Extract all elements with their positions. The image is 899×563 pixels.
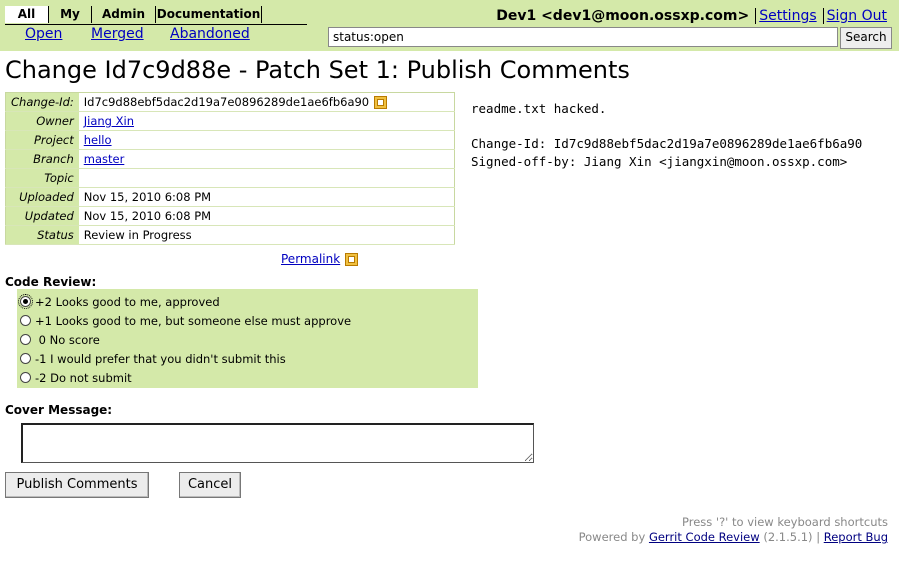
radio-button[interactable]: [20, 372, 31, 383]
tab-my[interactable]: My: [49, 6, 92, 23]
project-link[interactable]: hello: [84, 133, 112, 147]
branch-link[interactable]: master: [84, 152, 125, 166]
cancel-button[interactable]: Cancel: [179, 472, 241, 498]
copy-icon[interactable]: [345, 253, 359, 266]
info-value-cell: master: [78, 149, 455, 169]
tab-admin[interactable]: Admin: [92, 6, 156, 23]
review-option-minus-1[interactable]: -1 I would prefer that you didn't submit…: [20, 349, 286, 368]
review-option-label: +2 Looks good to me, approved: [35, 294, 220, 309]
subtab-abandoned[interactable]: Abandoned: [170, 26, 250, 42]
cover-message-label: Cover Message:: [5, 403, 113, 417]
permalink-link[interactable]: Permalink: [281, 252, 340, 266]
user-identity: Dev1 <dev1@moon.ossxp.com>: [496, 8, 750, 24]
permalink-row: Permalink: [281, 252, 359, 266]
info-label: Change-Id:: [5, 92, 79, 112]
review-option-plus-2[interactable]: +2 Looks good to me, approved: [18, 292, 220, 311]
page-title: Change Id7c9d88e - Patch Set 1: Publish …: [5, 56, 630, 84]
review-option-minus-2[interactable]: -2 Do not submit: [20, 368, 132, 387]
info-row-project: Project hello: [5, 130, 455, 150]
report-bug-link[interactable]: Report Bug: [824, 530, 888, 544]
info-label: Status: [5, 225, 79, 245]
radio-button[interactable]: [20, 334, 31, 345]
search-button[interactable]: Search: [840, 27, 892, 49]
footer-powered-by: Powered by Gerrit Code Review (2.1.5.1) …: [579, 530, 888, 544]
review-option-label: -1 I would prefer that you didn't submit…: [35, 351, 286, 366]
tab-documentation[interactable]: Documentation: [156, 6, 262, 23]
top-bar: All My Admin Documentation Open Merged A…: [0, 0, 899, 51]
info-value-cell: hello: [78, 130, 455, 150]
info-label: Topic: [5, 168, 79, 188]
code-review-label: Code Review:: [5, 275, 97, 289]
info-label: Updated: [5, 206, 79, 226]
topic-value: [78, 168, 455, 188]
uploaded-value: Nov 15, 2010 6:08 PM: [78, 187, 455, 207]
info-row-owner: Owner Jiang Xin: [5, 111, 455, 131]
keyboard-shortcuts-hint: Press '?' to view keyboard shortcuts: [681, 515, 888, 529]
gerrit-link[interactable]: Gerrit Code Review: [649, 530, 760, 544]
version-text: (2.1.5.1): [763, 530, 813, 544]
review-option-label: +1 Looks good to me, but someone else mu…: [35, 313, 352, 328]
search-input[interactable]: [328, 27, 838, 47]
subtab-merged[interactable]: Merged: [91, 26, 144, 42]
owner-link[interactable]: Jiang Xin: [84, 114, 134, 128]
subtab-open[interactable]: Open: [25, 26, 62, 42]
info-row-topic: Topic: [5, 168, 455, 188]
divider: [822, 8, 824, 24]
radio-button[interactable]: [18, 294, 33, 309]
footer-separator: |: [816, 530, 821, 544]
review-option-label: -2 Do not submit: [35, 370, 132, 385]
copy-icon[interactable]: [374, 96, 388, 109]
change-info-table: Change-Id: Id7c9d88ebf5dac2d19a7e0896289…: [5, 92, 455, 245]
user-bar: Dev1 <dev1@moon.ossxp.com> Settings Sign O…: [496, 7, 887, 25]
info-label: Project: [5, 130, 79, 150]
settings-link[interactable]: Settings: [759, 8, 816, 24]
cover-message-input[interactable]: [21, 423, 534, 463]
info-label: Branch: [5, 149, 79, 169]
info-row-branch: Branch master: [5, 149, 455, 169]
powered-by-text: Powered by: [578, 530, 646, 544]
info-row-updated: Updated Nov 15, 2010 6:08 PM: [5, 206, 455, 226]
commit-message: readme.txt hacked. Change-Id: Id7c9d88eb…: [471, 101, 863, 169]
review-option-zero[interactable]: 0 No score: [20, 330, 100, 349]
info-value-cell: Id7c9d88ebf5dac2d19a7e0896289de1ae6fb6a9…: [78, 92, 455, 112]
info-row-uploaded: Uploaded Nov 15, 2010 6:08 PM: [5, 187, 455, 207]
info-value-cell: Jiang Xin: [78, 111, 455, 131]
main-menu: All My Admin Documentation: [5, 6, 307, 25]
radio-button[interactable]: [20, 315, 31, 326]
info-label: Uploaded: [5, 187, 79, 207]
review-option-plus-1[interactable]: +1 Looks good to me, but someone else mu…: [20, 311, 351, 330]
change-id-value: Id7c9d88ebf5dac2d19a7e0896289de1ae6fb6a9…: [83, 95, 370, 109]
review-option-label: 0 No score: [35, 332, 100, 347]
info-row-status: Status Review in Progress: [5, 225, 455, 245]
info-row-change-id: Change-Id: Id7c9d88ebf5dac2d19a7e0896289…: [5, 92, 455, 112]
publish-comments-button[interactable]: Publish Comments: [5, 472, 149, 498]
info-label: Owner: [5, 111, 79, 131]
divider: [755, 8, 757, 24]
updated-value: Nov 15, 2010 6:08 PM: [78, 206, 455, 226]
status-value: Review in Progress: [78, 225, 455, 245]
tab-all[interactable]: All: [5, 6, 49, 23]
code-review-options: +2 Looks good to me, approved +1 Looks g…: [17, 289, 478, 388]
radio-button[interactable]: [20, 353, 31, 364]
sign-out-link[interactable]: Sign Out: [827, 8, 887, 24]
